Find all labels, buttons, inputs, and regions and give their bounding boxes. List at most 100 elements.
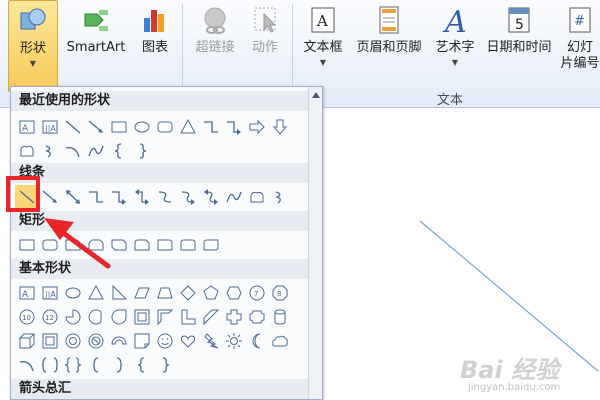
curved-arrow-connector-shape-icon[interactable] [176,185,199,208]
shapes-button[interactable]: 形状 ▼ [8,0,58,92]
teardrop-shape-icon[interactable] [107,305,130,328]
smiley-face-shape-icon[interactable] [153,329,176,352]
rounded-rectangle-shape-icon[interactable] [38,233,61,256]
action-icon [254,7,277,33]
elbow-connector-shape-icon[interactable] [84,185,107,208]
cloud-shape-icon[interactable] [268,329,291,352]
freeform-shape-icon[interactable] [15,139,38,162]
plus-shape-icon[interactable] [222,305,245,328]
frame-shape-icon[interactable] [130,305,153,328]
pentagon-shape-icon[interactable] [199,281,222,304]
rectangle-shape-icon[interactable] [15,233,38,256]
dodecagon-shape-icon[interactable]: 12 [38,305,61,328]
left-brace-shape-icon[interactable] [107,139,130,162]
arc-shape-icon[interactable] [61,139,84,162]
curved-double-arrow-connector-shape-icon[interactable] [199,185,222,208]
action-button[interactable]: 动作 [244,0,286,88]
donut-shape-icon[interactable] [61,329,84,352]
diamond-shape-icon[interactable] [176,281,199,304]
round-diagonal-rectangle-shape-icon[interactable] [199,233,222,256]
chart-button[interactable]: 图表 [134,0,176,88]
chevron-down-icon: ▼ [29,59,37,68]
section-block-arrows: 箭头总汇 [11,379,308,399]
l-shape-icon[interactable] [176,305,199,328]
slide-number-label-line1: 幻灯 [566,40,593,55]
left-brace-shape-icon[interactable] [130,353,153,376]
snip-single-corner-rectangle-shape-icon[interactable] [61,233,84,256]
header-footer-button[interactable]: 页眉和页脚 [350,0,428,88]
hexagon-shape-icon[interactable] [222,281,245,304]
slide-number-button[interactable]: # 幻灯 片编号 [558,0,600,88]
right-triangle-shape-icon[interactable] [107,281,130,304]
elbow-arrow-connector-shape-icon[interactable] [222,115,245,138]
elbow-arrow-connector-shape-icon[interactable] [107,185,130,208]
arrow-line-shape-icon[interactable] [38,185,61,208]
curved-connector-shape-icon[interactable] [153,185,176,208]
plaque-shape-icon[interactable] [245,305,268,328]
right-arrow-shape-icon[interactable] [245,115,268,138]
moon-shape-icon[interactable] [245,329,268,352]
rounded-rectangle-shape-icon[interactable] [153,115,176,138]
arc-shape-icon[interactable] [15,353,38,376]
wordart-button[interactable]: A 艺术字 ▼ [430,0,480,88]
oval-shape-icon[interactable] [61,281,84,304]
chord-shape-icon[interactable] [84,305,107,328]
freeform-shape-icon[interactable] [245,185,268,208]
scroll-up-icon[interactable] [310,88,322,102]
chevron-down-icon: ▼ [319,58,327,67]
vertical-textbox-shape-icon[interactable]: ||A [38,115,61,138]
textbox-shape-icon[interactable]: A [15,115,38,138]
left-bracket-shape-icon[interactable] [84,353,107,376]
scribble-shape-icon[interactable] [38,139,61,162]
hyperlink-button[interactable]: 超链接 [188,0,242,88]
right-bracket-shape-icon[interactable] [107,353,130,376]
snip-round-rectangle-shape-icon[interactable] [130,233,153,256]
snip-same-side-rectangle-shape-icon[interactable] [84,233,107,256]
heart-shape-icon[interactable] [176,329,199,352]
curve-shape-icon[interactable] [84,139,107,162]
scribble-shape-icon[interactable] [268,185,291,208]
elbow-connector-shape-icon[interactable] [199,115,222,138]
heptagon-shape-icon[interactable]: 7 [245,281,268,304]
no-symbol-shape-icon[interactable] [84,329,107,352]
double-bracket-shape-icon[interactable] [38,353,61,376]
can-shape-icon[interactable] [268,305,291,328]
triangle-shape-icon[interactable] [176,115,199,138]
textbox-button[interactable]: A 文本框 ▼ [298,0,348,88]
octagon-shape-icon[interactable]: 8 [268,281,291,304]
diagonal-stripe-shape-icon[interactable] [199,305,222,328]
double-brace-shape-icon[interactable] [61,353,84,376]
panel-scrollbar[interactable] [308,87,322,399]
elbow-double-arrow-connector-shape-icon[interactable] [130,185,153,208]
folded-corner-shape-icon[interactable] [130,329,153,352]
round-same-side-rectangle-shape-icon[interactable] [176,233,199,256]
right-brace-shape-icon[interactable] [153,353,176,376]
bevel-shape-icon[interactable] [38,329,61,352]
date-time-button[interactable]: 5 日期和时间 [482,0,556,88]
textbox-shape-icon[interactable]: A [15,281,38,304]
round-single-corner-rectangle-shape-icon[interactable] [153,233,176,256]
smartart-button[interactable]: SmartArt [60,0,132,88]
down-arrow-shape-icon[interactable] [268,115,291,138]
decagon-shape-icon[interactable]: 10 [15,305,38,328]
line-shape-icon[interactable] [61,115,84,138]
block-arc-shape-icon[interactable] [107,329,130,352]
watermark-url-text: jingyan.baidu.com [468,382,561,393]
arrow-line-shape-icon[interactable] [84,115,107,138]
right-brace-shape-icon[interactable] [130,139,153,162]
shapes-gallery-panel: 最近使用的形状 A ||A 线条 矩形 基本形状 A ||A 7 8 10 12… [10,86,323,400]
lightning-bolt-shape-icon[interactable] [199,329,222,352]
double-arrow-line-shape-icon[interactable] [61,185,84,208]
sun-shape-icon[interactable] [222,329,245,352]
cube-shape-icon[interactable] [15,329,38,352]
triangle-shape-icon[interactable] [84,281,107,304]
rectangle-shape-icon[interactable] [107,115,130,138]
curve-shape-icon[interactable] [222,185,245,208]
pie-shape-icon[interactable] [61,305,84,328]
snip-diagonal-rectangle-shape-icon[interactable] [107,233,130,256]
trapezoid-shape-icon[interactable] [153,281,176,304]
half-frame-shape-icon[interactable] [153,305,176,328]
oval-shape-icon[interactable] [130,115,153,138]
vertical-textbox-shape-icon[interactable]: ||A [38,281,61,304]
parallelogram-shape-icon[interactable] [130,281,153,304]
